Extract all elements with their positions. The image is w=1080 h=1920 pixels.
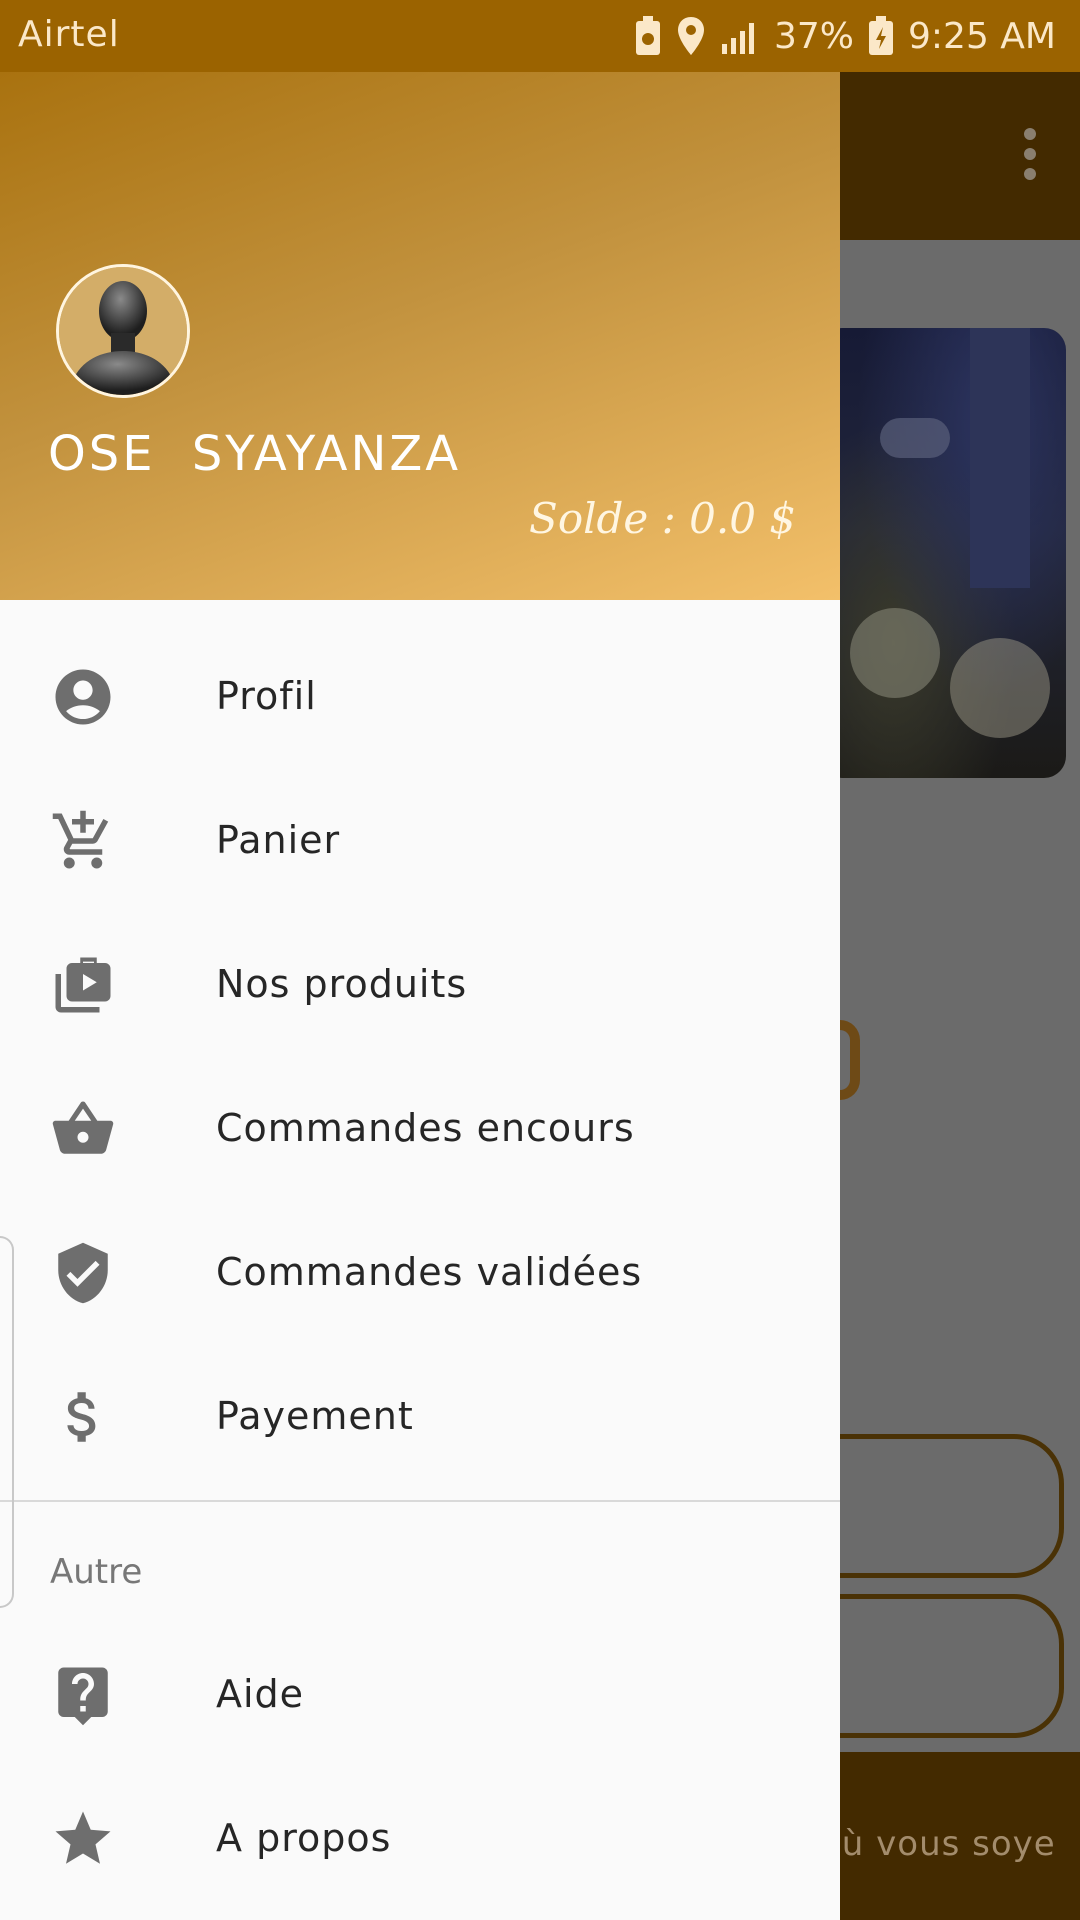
menu-label: Payement [216,1394,414,1438]
menu-item-aide[interactable]: Aide [0,1622,840,1766]
user-name: OSE SYAYANZA [48,426,462,482]
menu-item-commandes-encours[interactable]: Commandes encours [0,1056,840,1200]
carrier-name: Airtel [18,14,120,55]
menu-item-panier[interactable]: Panier [0,768,840,912]
menu-label: Commandes validées [216,1250,643,1294]
battery-percent: 37% [774,15,855,57]
status-bar: Airtel 37% 9:25 AM [0,0,1080,72]
menu-item-profil[interactable]: Profil [0,624,840,768]
battery-saver-icon [634,15,662,57]
menu-label: Panier [216,818,341,862]
balance-label: Solde : 0.0 $ [529,494,796,543]
menu-label: Commandes encours [216,1106,635,1150]
section-title-autre: Autre [0,1502,840,1622]
add-shopping-cart-icon [50,808,116,874]
menu-item-payement[interactable]: Payement [0,1344,840,1488]
footer-text: où vous soye [820,1824,1056,1864]
dollar-icon [50,1384,116,1450]
drawer-menu: Profil Panier Nos produits Commandes enc… [0,600,840,1910]
drawer-header: OSE SYAYANZA Solde : 0.0 $ [0,72,840,600]
menu-label: Aide [216,1672,305,1716]
verified-shield-icon [50,1240,116,1306]
menu-item-nos-produits[interactable]: Nos produits [0,912,840,1056]
banner-image [820,328,1066,778]
menu-label: Nos produits [216,962,468,1006]
account-circle-icon [50,664,116,730]
shopping-basket-icon [50,1096,116,1162]
location-icon [676,15,706,57]
clock: 9:25 AM [908,15,1056,57]
more-options-icon[interactable] [1020,128,1040,188]
menu-item-a-propos[interactable]: A propos [0,1766,840,1910]
menu-label: A propos [216,1816,392,1860]
menu-label: Profil [216,674,317,718]
signal-icon [720,18,760,54]
star-icon [50,1806,116,1872]
battery-charging-icon [868,15,894,57]
avatar[interactable] [56,264,190,398]
navigation-drawer: OSE SYAYANZA Solde : 0.0 $ Profil Panier… [0,72,840,1920]
status-icons: 37% 9:25 AM [634,14,1056,58]
menu-item-commandes-validees[interactable]: Commandes validées [0,1200,840,1344]
section-title-label: Autre [50,1552,143,1592]
edge-handle[interactable] [0,1236,14,1608]
video-library-icon [50,952,116,1018]
help-icon [50,1662,116,1728]
